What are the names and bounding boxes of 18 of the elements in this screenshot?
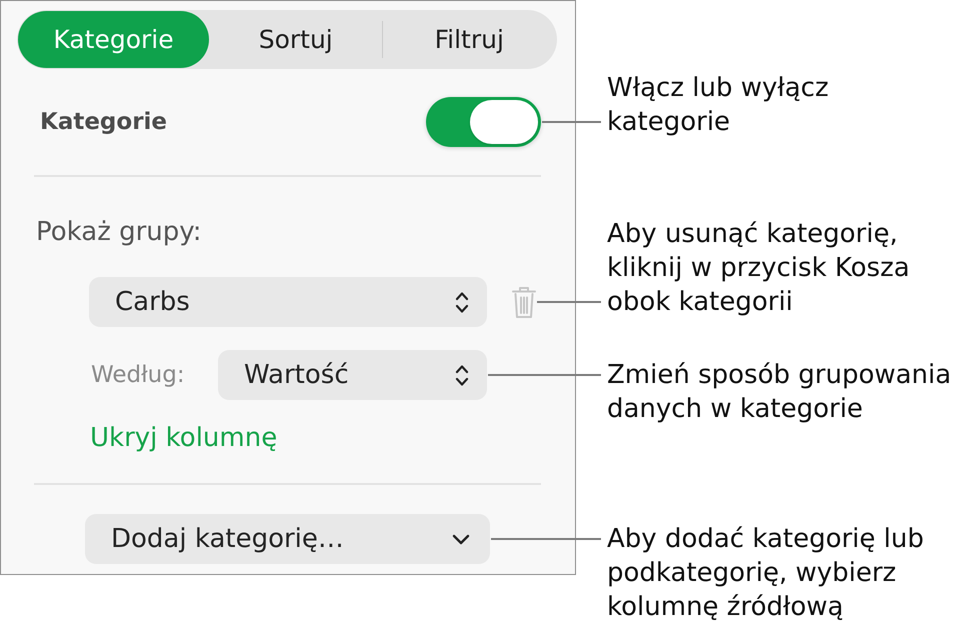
group-heading: Pokaż grupy: bbox=[36, 217, 202, 247]
toggle-switch[interactable] bbox=[426, 97, 541, 147]
section-label: Kategorie bbox=[40, 108, 168, 136]
up-down-chevron-icon bbox=[455, 290, 469, 314]
up-down-chevron-icon bbox=[455, 364, 469, 386]
callout-text: Włącz lub wyłącz kategorie bbox=[607, 72, 829, 139]
tab[interactable]: Filtruj bbox=[382, 11, 556, 68]
callout-text: Zmień sposób grupowania danych w kategorie bbox=[607, 359, 952, 426]
popup-button[interactable]: Carbs bbox=[89, 277, 487, 327]
callout-text: Aby usunąć kategorię, kliknij w przycisk Kosza obok kategorii bbox=[607, 218, 910, 319]
chevron-down-icon bbox=[452, 534, 470, 544]
tab[interactable]: Sortuj bbox=[209, 11, 382, 68]
leader-line bbox=[542, 121, 601, 123]
popup-button[interactable]: Dodaj kategorię… bbox=[85, 514, 490, 564]
popup-button[interactable]: Wartość bbox=[218, 350, 487, 400]
callout-text: Aby dodać kategorię lub podkategorię, wybierz kolumnę źródłową bbox=[607, 523, 924, 622]
field-label: Według: bbox=[91, 362, 185, 388]
leader-line bbox=[537, 301, 601, 303]
